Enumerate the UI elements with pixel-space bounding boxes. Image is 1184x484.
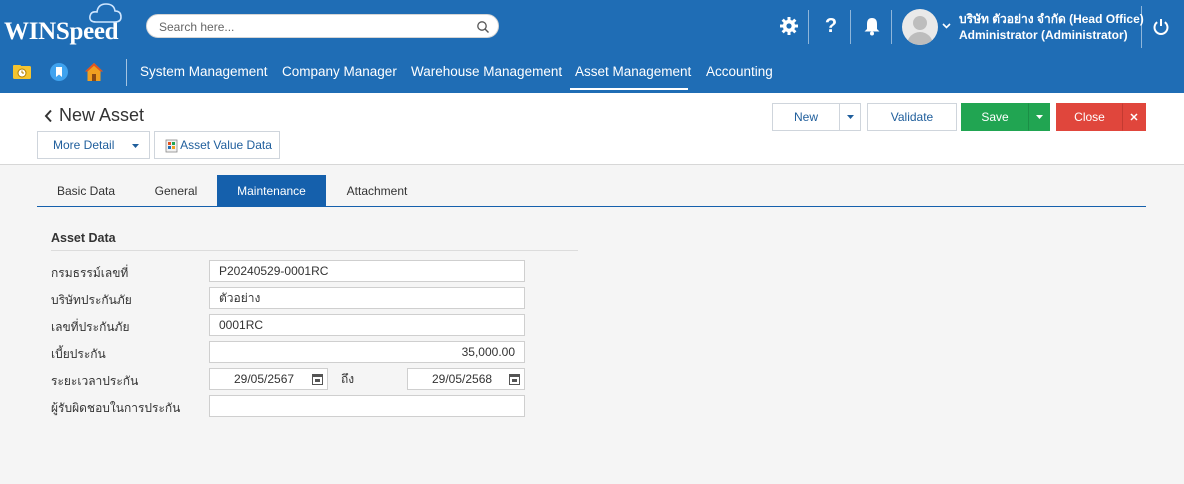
tab-basic-data[interactable]: Basic Data: [37, 175, 135, 206]
search-icon[interactable]: [476, 20, 490, 34]
back-arrow-icon[interactable]: [44, 105, 54, 128]
new-button[interactable]: New: [772, 103, 840, 131]
save-dropdown-button[interactable]: [1028, 103, 1050, 131]
menu-company-manager[interactable]: Company Manager: [282, 64, 397, 79]
close-button[interactable]: Close: [1056, 103, 1123, 131]
policy-number-label: กรมธรรม์เลขที่: [51, 266, 129, 280]
menu-system-management[interactable]: System Management: [140, 64, 268, 79]
gear-icon[interactable]: [776, 13, 802, 39]
asset-value-icon: [165, 139, 178, 153]
insurance-responsible-label: ผู้รับผิดชอบในการประกัน: [51, 401, 181, 415]
chevron-down-icon[interactable]: [942, 18, 951, 32]
asset-value-data-button[interactable]: Asset Value Data: [154, 131, 280, 159]
search-placeholder: Search here...: [159, 20, 235, 34]
power-icon[interactable]: [1148, 14, 1174, 40]
new-dropdown-button[interactable]: [839, 103, 861, 131]
calendar-icon[interactable]: [312, 373, 323, 385]
tab-general[interactable]: General: [135, 175, 217, 206]
caret-down-icon: [846, 115, 854, 119]
user-info[interactable]: บริษัท ตัวอย่าง จำกัด (Head Office) Admi…: [959, 11, 1144, 43]
insurer-field[interactable]: ตัวอย่าง: [209, 287, 525, 309]
tab-attachment[interactable]: Attachment: [326, 175, 428, 206]
coverage-period-label: ระยะเวลาประกัน: [51, 374, 139, 388]
section-title: Asset Data: [51, 231, 116, 245]
coverage-from-date-field[interactable]: 29/05/2567: [209, 368, 328, 390]
divider: [126, 59, 127, 86]
coverage-from-date-value: 29/05/2567: [234, 372, 295, 386]
new-button-label: New: [793, 110, 818, 124]
insurance-number-label: เลขที่ประกันภัย: [51, 320, 130, 334]
premium-field[interactable]: 35,000.00: [209, 341, 525, 363]
home-icon[interactable]: [84, 62, 104, 82]
close-icon: [1130, 113, 1138, 121]
divider: [808, 10, 809, 44]
caret-down-icon: [132, 144, 139, 148]
menu-active-indicator: [570, 88, 688, 90]
folder-clock-icon[interactable]: [12, 62, 32, 82]
app-logo[interactable]: WINSpeed: [4, 3, 122, 50]
coverage-to-date-field[interactable]: 29/05/2568: [407, 368, 525, 390]
asset-value-data-label: Asset Value Data: [180, 138, 272, 152]
save-button[interactable]: Save: [961, 103, 1029, 131]
tab-underline: [37, 206, 1146, 207]
section-divider: [51, 250, 578, 251]
divider: [891, 10, 892, 44]
close-button-label: Close: [1074, 110, 1105, 124]
menu-asset-management[interactable]: Asset Management: [575, 64, 691, 79]
insurance-responsible-field[interactable]: [209, 395, 525, 417]
validate-button[interactable]: Validate: [867, 103, 957, 131]
menu-accounting[interactable]: Accounting: [706, 64, 773, 79]
cloud-icon: [89, 3, 122, 23]
bell-icon[interactable]: [859, 13, 885, 39]
search-box[interactable]: Search here...: [146, 14, 499, 38]
page-title: New Asset: [59, 105, 145, 125]
policy-number-field[interactable]: P20240529-0001RC: [209, 260, 525, 282]
close-x-button[interactable]: [1122, 103, 1146, 131]
user-name: Administrator (Administrator): [959, 28, 1128, 42]
caret-down-icon: [1035, 115, 1043, 119]
insurance-number-field[interactable]: 0001RC: [209, 314, 525, 336]
coverage-to-date-value: 29/05/2568: [432, 372, 493, 386]
more-detail-button[interactable]: More Detail: [37, 131, 150, 159]
avatar[interactable]: [902, 9, 938, 45]
save-button-label: Save: [981, 110, 1009, 124]
divider: [1141, 6, 1142, 48]
company-name: บริษัท ตัวอย่าง จำกัด (Head Office): [959, 12, 1144, 26]
bookmark-icon[interactable]: [49, 62, 69, 82]
to-label: ถึง: [341, 372, 355, 386]
premium-label: เบี้ยประกัน: [51, 347, 106, 361]
calendar-icon[interactable]: [509, 373, 520, 385]
insurer-label: บริษัทประกันภัย: [51, 293, 132, 307]
more-detail-label: More Detail: [53, 138, 115, 152]
validate-button-label: Validate: [890, 110, 934, 124]
divider: [850, 10, 851, 44]
menu-warehouse-management[interactable]: Warehouse Management: [411, 64, 562, 79]
help-icon[interactable]: ?: [818, 13, 844, 39]
tab-maintenance[interactable]: Maintenance: [217, 175, 326, 206]
